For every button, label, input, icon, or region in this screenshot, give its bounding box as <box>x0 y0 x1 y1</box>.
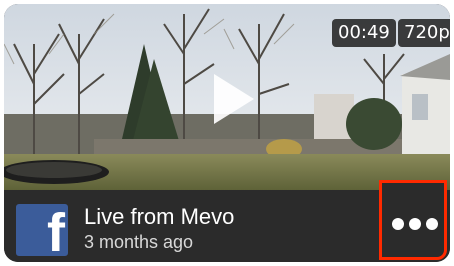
more-options-icon <box>426 218 438 230</box>
facebook-icon: f <box>16 204 68 256</box>
video-title: Live from Mevo <box>84 204 235 229</box>
play-icon[interactable] <box>214 74 254 124</box>
video-thumbnail[interactable]: 00:49 720p <box>4 4 450 190</box>
more-options-icon <box>409 218 421 230</box>
more-options-button[interactable] <box>379 180 447 260</box>
video-age: 3 months ago <box>84 232 194 252</box>
quality-badge: 720p <box>398 19 450 47</box>
more-options-icon <box>392 218 404 230</box>
duration-badge: 00:49 <box>332 19 396 47</box>
